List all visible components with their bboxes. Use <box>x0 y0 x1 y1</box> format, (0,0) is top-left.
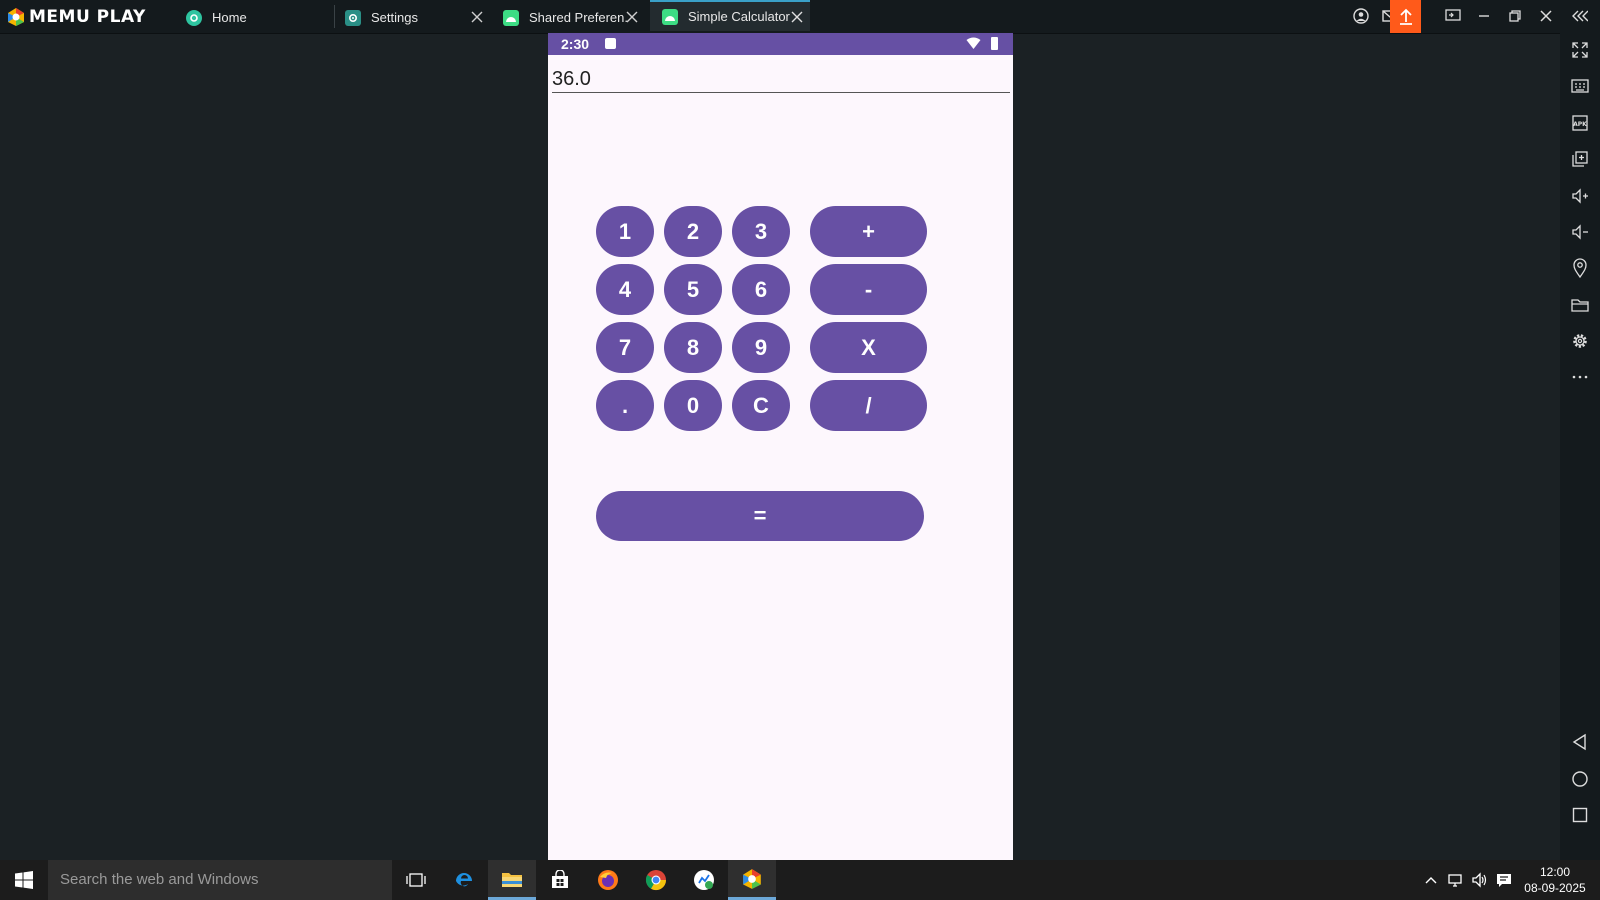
android-screen: 2:30 36.0 1 2 3 + 4 5 6 - 7 8 9 X . 0 C … <box>548 33 1013 860</box>
close-window-icon[interactable] <box>1536 6 1556 26</box>
store-icon[interactable] <box>536 860 584 900</box>
edge-browser-icon[interactable] <box>440 860 488 900</box>
settings-app-icon <box>345 9 361 26</box>
key-subtract[interactable]: - <box>810 264 927 315</box>
task-view-icon[interactable] <box>392 860 440 900</box>
upload-arrow-icon <box>1399 8 1412 25</box>
screen-cast-icon[interactable] <box>1443 6 1463 26</box>
tab-label: Simple Calculator <box>688 9 790 24</box>
more-options-icon[interactable] <box>1568 365 1592 389</box>
windows-taskbar: Search the web and Windows 12:00 08-09-2… <box>0 860 1600 900</box>
network-icon[interactable] <box>1446 870 1466 890</box>
clock-time: 12:00 <box>1539 865 1571 879</box>
logo-text: MEMU PLAY <box>29 7 146 27</box>
close-tab-icon[interactable] <box>470 10 484 24</box>
key-8[interactable]: 8 <box>664 322 722 373</box>
show-hidden-icons-icon[interactable] <box>1421 870 1441 890</box>
key-7[interactable]: 7 <box>596 322 654 373</box>
action-center-icon[interactable] <box>1494 870 1514 890</box>
settings-gear-icon[interactable] <box>1568 329 1592 353</box>
emulator-title-bar: MEMU PLAY Home Settings Shared Preferen.… <box>0 0 1600 34</box>
speaker-icon[interactable] <box>1470 870 1490 890</box>
home-app-icon <box>186 9 202 26</box>
key-decimal[interactable]: . <box>596 380 654 431</box>
key-clear[interactable]: C <box>732 380 790 431</box>
tab-home[interactable]: Home <box>186 2 336 33</box>
volume-up-icon[interactable] <box>1568 184 1592 208</box>
location-icon[interactable] <box>1568 256 1592 280</box>
android-status-bar: 2:30 <box>548 33 1013 55</box>
emulator-toolbar: APK <box>1560 33 1600 860</box>
android-home-icon[interactable] <box>1568 767 1592 791</box>
taskbar-clock[interactable]: 12:00 08-09-2025 <box>1516 864 1594 896</box>
account-icon[interactable] <box>1351 6 1371 26</box>
tab-label: Settings <box>371 10 418 25</box>
tab-shared-preferences[interactable]: Shared Preferen. <box>503 2 645 33</box>
tab-label: Shared Preferen. <box>529 10 629 25</box>
key-9[interactable]: 9 <box>732 322 790 373</box>
start-button[interactable] <box>0 860 48 900</box>
key-3[interactable]: 3 <box>732 206 790 257</box>
key-4[interactable]: 4 <box>596 264 654 315</box>
tab-divider <box>334 5 335 28</box>
key-divide[interactable]: / <box>810 380 927 431</box>
memu-logo-icon <box>8 8 24 26</box>
memu-taskbar-icon[interactable] <box>728 860 776 900</box>
android-app-icon <box>503 9 519 26</box>
file-explorer-icon[interactable] <box>488 860 536 900</box>
volume-down-icon[interactable] <box>1568 220 1592 244</box>
upload-button[interactable] <box>1390 0 1421 33</box>
collapse-sidebar-icon[interactable] <box>1570 6 1590 26</box>
battery-icon <box>991 37 998 50</box>
key-2[interactable]: 2 <box>664 206 722 257</box>
memu-logo: MEMU PLAY <box>6 6 146 28</box>
key-6[interactable]: 6 <box>732 264 790 315</box>
restore-icon[interactable] <box>1505 6 1525 26</box>
wifi-icon <box>966 37 981 49</box>
key-equals[interactable]: = <box>596 491 924 541</box>
apk-install-icon[interactable]: APK <box>1568 111 1592 135</box>
tab-settings[interactable]: Settings <box>345 2 490 33</box>
key-add[interactable]: + <box>810 206 927 257</box>
tab-simple-calculator[interactable]: Simple Calculator <box>650 0 810 31</box>
result-display[interactable]: 36.0 <box>552 68 1010 93</box>
sync-app-icon[interactable] <box>680 860 728 900</box>
key-multiply[interactable]: X <box>810 322 927 373</box>
key-1[interactable]: 1 <box>596 206 654 257</box>
minimize-icon[interactable] <box>1474 6 1494 26</box>
key-0[interactable]: 0 <box>664 380 722 431</box>
windows-logo-icon <box>15 871 33 889</box>
close-tab-icon[interactable] <box>790 10 804 24</box>
keyboard-icon[interactable] <box>1568 74 1592 98</box>
firefox-icon[interactable] <box>584 860 632 900</box>
android-app-icon <box>662 8 678 25</box>
folder-icon[interactable] <box>1568 293 1592 317</box>
status-time: 2:30 <box>561 36 590 52</box>
taskbar-search-box[interactable]: Search the web and Windows <box>48 860 392 900</box>
android-back-icon[interactable] <box>1568 730 1592 754</box>
key-5[interactable]: 5 <box>664 264 722 315</box>
tab-label: Home <box>212 10 247 25</box>
notification-a-icon <box>605 38 616 49</box>
clock-date: 08-09-2025 <box>1524 881 1586 895</box>
close-tab-icon[interactable] <box>625 10 639 24</box>
android-recents-icon[interactable] <box>1568 803 1592 827</box>
multi-instance-icon[interactable] <box>1568 147 1592 171</box>
fullscreen-icon[interactable] <box>1568 38 1592 62</box>
svg-text:APK: APK <box>1573 121 1587 128</box>
chrome-icon[interactable] <box>632 860 680 900</box>
